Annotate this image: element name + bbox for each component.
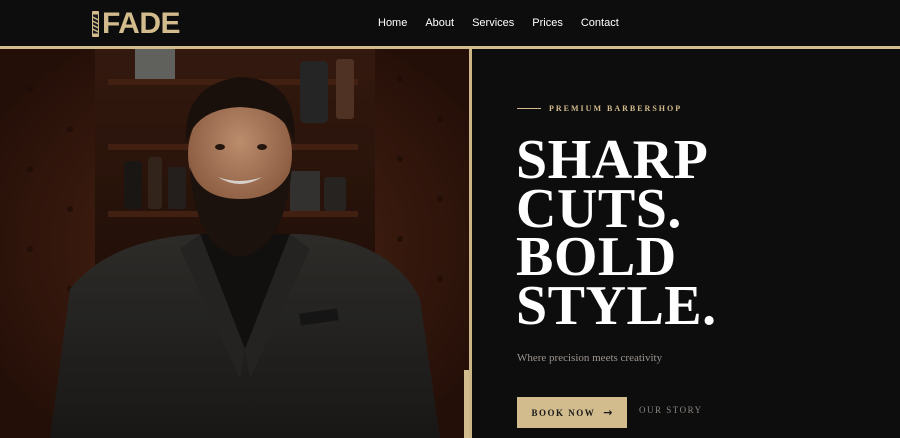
nav-home[interactable]: Home — [378, 16, 407, 30]
arrow-right-icon: → — [603, 406, 613, 419]
nav-contact[interactable]: Contact — [581, 16, 619, 30]
our-story-link[interactable]: OUR STORY — [639, 405, 703, 415]
eyebrow-line — [517, 108, 541, 109]
headline-line-4: STYLE. — [516, 274, 717, 337]
hero-tagline: Where precision meets creativity — [517, 352, 663, 364]
nav-services[interactable]: Services — [472, 16, 514, 30]
eyebrow-text: PREMIUM BARBERSHOP — [549, 104, 683, 113]
logo-text: FADE — [102, 7, 181, 40]
site-header: FADE Home About Services Prices Contact — [0, 0, 900, 46]
nav-prices[interactable]: Prices — [532, 16, 563, 30]
logo[interactable]: FADE — [91, 7, 181, 40]
barber-pole-icon — [92, 11, 99, 37]
eyebrow: PREMIUM BARBERSHOP — [517, 104, 682, 113]
hero-photo — [0, 49, 471, 438]
main-nav: Home About Services Prices Contact — [378, 16, 637, 30]
barber-portrait-image — [0, 49, 471, 438]
book-now-button[interactable]: BOOK NOW → — [517, 397, 627, 428]
nav-about[interactable]: About — [425, 16, 454, 30]
book-now-label: BOOK NOW — [531, 407, 596, 418]
hero-headline: SHARP CUTS. BOLD STYLE. — [516, 132, 717, 337]
